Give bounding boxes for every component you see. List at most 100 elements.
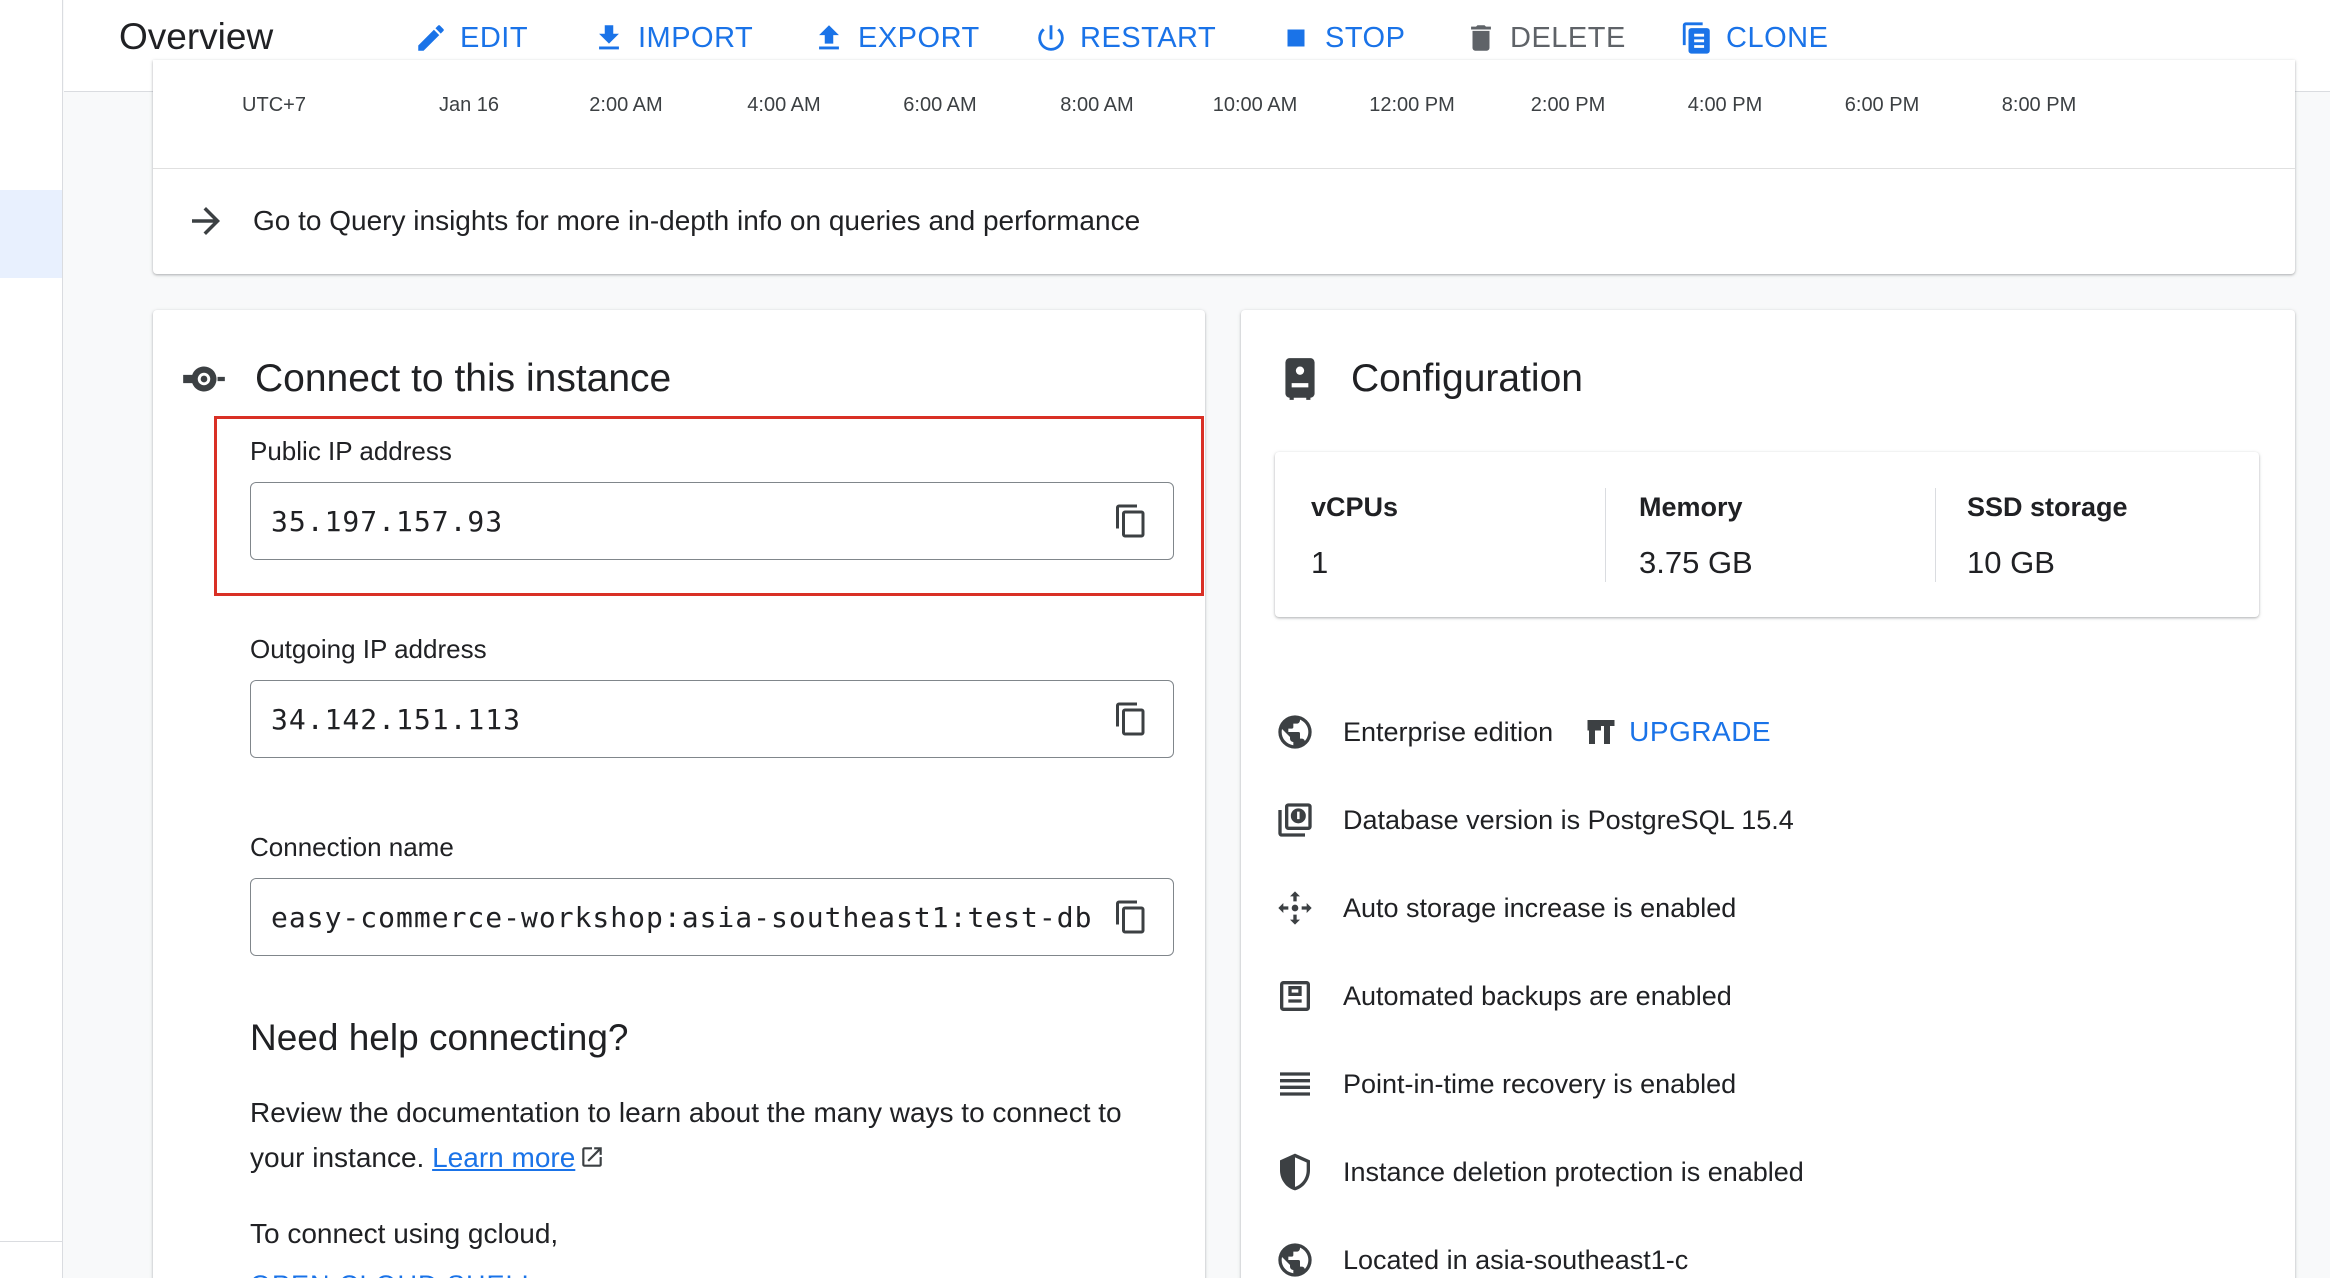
feature-location: Located in asia-southeast1-c bbox=[1275, 1238, 1688, 1278]
import-icon bbox=[599, 25, 619, 50]
spec-value: 10 GB bbox=[1967, 545, 2055, 580]
help-title: Need help connecting? bbox=[250, 1017, 629, 1058]
configuration-icon bbox=[1285, 358, 1315, 400]
time-axis-tick: 6:00 AM bbox=[903, 94, 977, 116]
time-axis-tick: 2:00 AM bbox=[589, 94, 663, 116]
import-button-label: IMPORT bbox=[638, 21, 754, 54]
gcloud-text: To connect using gcloud, bbox=[250, 1218, 559, 1249]
database-version-icon bbox=[1275, 800, 1315, 840]
feature-database-version: Database version is PostgreSQL 15.4 bbox=[1275, 798, 1794, 842]
copy-connection-name-button[interactable] bbox=[1113, 899, 1149, 935]
time-axis-tick: 12:00 PM bbox=[1369, 94, 1455, 116]
upgrade-button[interactable]: UPGRADE bbox=[1583, 714, 1771, 750]
stop-icon bbox=[1287, 29, 1305, 47]
configuration-header: Configuration bbox=[1275, 354, 1583, 404]
copy-public-ip-button[interactable] bbox=[1113, 503, 1149, 539]
outgoing-ip-value: 34.142.151.113 bbox=[271, 703, 522, 736]
spec-divider bbox=[1935, 488, 1936, 582]
pencil-icon bbox=[418, 25, 444, 51]
public-ip-value: 35.197.157.93 bbox=[271, 505, 504, 538]
feature-auto-storage: Auto storage increase is enabled bbox=[1275, 886, 1736, 930]
clone-button-label: CLONE bbox=[1726, 21, 1829, 54]
chart-card: UTC+7 Jan 16 2:00 AM 4:00 AM 6:00 AM 8:0… bbox=[153, 60, 2295, 274]
spec-memory: Memory 3.75 GB bbox=[1639, 492, 1753, 581]
delete-button-label: DELETE bbox=[1510, 21, 1626, 54]
clone-icon bbox=[1682, 22, 1710, 54]
outgoing-ip-label: Outgoing IP address bbox=[250, 634, 487, 664]
time-axis-tick: 10:00 AM bbox=[1212, 94, 1298, 116]
connect-card: Connect to this instance Public IP addre… bbox=[153, 310, 1205, 1278]
open-cloud-shell-link[interactable]: OPEN CLOUD SHELL bbox=[250, 1270, 538, 1278]
stop-button-label: STOP bbox=[1325, 21, 1406, 54]
time-axis-tick: 8:00 AM bbox=[1060, 94, 1134, 116]
help-text: Review the documentation to learn about … bbox=[250, 1090, 1180, 1180]
configuration-title: Configuration bbox=[1351, 357, 1583, 400]
spec-vcpus: vCPUs 1 bbox=[1311, 492, 1398, 581]
globe-icon bbox=[1275, 712, 1315, 752]
spec-value: 1 bbox=[1311, 545, 1329, 580]
external-link-icon bbox=[579, 1138, 605, 1167]
query-insights-text: Go to Query insights for more in-depth i… bbox=[253, 205, 1141, 236]
feature-point-in-time-recovery: Point-in-time recovery is enabled bbox=[1275, 1062, 1736, 1106]
copy-icon bbox=[1116, 504, 1145, 538]
connection-name-field[interactable]: easy-commerce-workshop:asia-southeast1:t… bbox=[250, 878, 1174, 956]
time-axis-tick: Jan 16 bbox=[438, 94, 500, 116]
list-icon bbox=[1275, 1064, 1315, 1104]
spec-label: vCPUs bbox=[1311, 492, 1399, 522]
public-ip-field[interactable]: 35.197.157.93 bbox=[250, 482, 1174, 560]
export-button[interactable]: EXPORT bbox=[812, 18, 980, 58]
feature-deletion-protection: Instance deletion protection is enabled bbox=[1275, 1150, 1804, 1194]
outgoing-ip-field[interactable]: 34.142.151.113 bbox=[250, 680, 1174, 758]
copy-icon bbox=[1116, 702, 1145, 736]
page-title: Overview bbox=[119, 16, 274, 57]
public-ip-label: Public IP address bbox=[250, 436, 452, 466]
connection-name-label: Connection name bbox=[250, 832, 454, 862]
feature-text: Automated backups are enabled bbox=[1343, 980, 1732, 1011]
time-axis-tick: 6:00 PM bbox=[1844, 94, 1920, 116]
connect-icon bbox=[183, 366, 225, 392]
edit-button[interactable]: EDIT bbox=[414, 18, 528, 58]
clone-button[interactable]: CLONE bbox=[1680, 18, 1828, 58]
time-axis-tick: UTC+7 bbox=[242, 94, 306, 116]
time-axis-tick: 8:00 PM bbox=[2001, 94, 2077, 116]
spec-label: Memory bbox=[1639, 492, 1743, 522]
configuration-card: Configuration vCPUs 1 Memory 3.75 GB SSD… bbox=[1241, 310, 2295, 1278]
restart-button-label: RESTART bbox=[1080, 21, 1217, 54]
stop-button[interactable]: STOP bbox=[1279, 18, 1405, 58]
spec-ssd-storage: SSD storage 10 GB bbox=[1967, 492, 2128, 581]
feature-text: Enterprise edition bbox=[1343, 716, 1554, 747]
left-nav-divider bbox=[0, 1241, 62, 1242]
export-button-label: EXPORT bbox=[858, 21, 980, 54]
connect-title: Connect to this instance bbox=[255, 357, 672, 400]
import-button[interactable]: IMPORT bbox=[592, 18, 753, 58]
query-insights-link[interactable]: Go to Query insights for more in-depth i… bbox=[185, 200, 1140, 242]
spec-panel: vCPUs 1 Memory 3.75 GB SSD storage 10 GB bbox=[1275, 452, 2259, 617]
spec-label: SSD storage bbox=[1967, 492, 2128, 522]
chart-divider bbox=[153, 168, 2295, 169]
connect-header: Connect to this instance bbox=[179, 354, 671, 404]
edit-button-label: EDIT bbox=[460, 21, 529, 54]
copy-icon bbox=[1116, 900, 1145, 934]
upgrade-label: UPGRADE bbox=[1629, 716, 1772, 747]
help-description: Review the documentation to learn about … bbox=[250, 1097, 1122, 1173]
auto-storage-icon bbox=[1275, 888, 1315, 928]
time-axis-tick: 4:00 PM bbox=[1687, 94, 1763, 116]
feature-text: Database version is PostgreSQL 15.4 bbox=[1343, 804, 1794, 835]
export-icon bbox=[819, 25, 839, 50]
restart-button[interactable]: RESTART bbox=[1034, 18, 1216, 58]
feature-backups: Automated backups are enabled bbox=[1275, 974, 1732, 1018]
arrow-right-icon bbox=[192, 207, 220, 235]
left-nav-rail bbox=[0, 0, 63, 1278]
left-nav-active-item[interactable] bbox=[0, 190, 62, 278]
delete-button[interactable]: DELETE bbox=[1464, 18, 1626, 58]
copy-outgoing-ip-button[interactable] bbox=[1113, 701, 1149, 737]
feature-text: Auto storage increase is enabled bbox=[1343, 892, 1737, 923]
time-axis-tick: 4:00 AM bbox=[747, 94, 821, 116]
learn-more-link[interactable]: Learn more bbox=[432, 1142, 575, 1173]
upgrade-icon bbox=[1587, 720, 1615, 744]
time-axis-tick: 2:00 PM bbox=[1530, 94, 1606, 116]
spec-value: 3.75 GB bbox=[1639, 545, 1753, 580]
connection-name-value: easy-commerce-workshop:asia-southeast1:t… bbox=[271, 901, 1093, 934]
spec-divider bbox=[1605, 488, 1606, 582]
feature-edition: Enterprise edition UPGRADE bbox=[1275, 710, 1771, 754]
